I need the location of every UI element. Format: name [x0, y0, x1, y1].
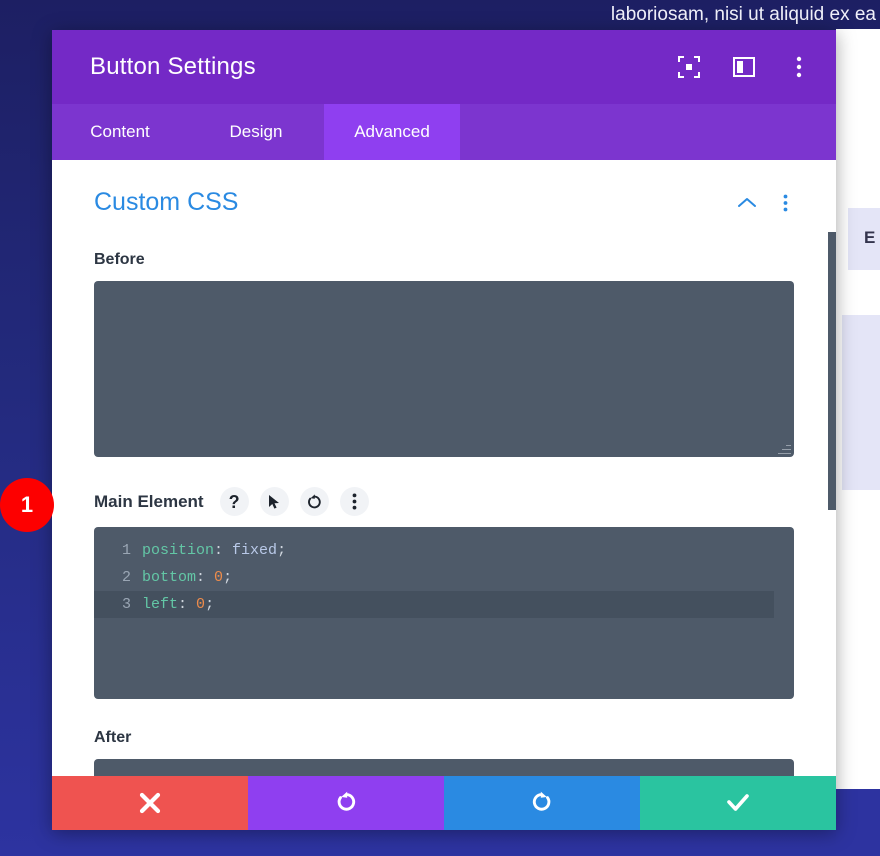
code-token-property: left	[142, 596, 179, 613]
code-line[interactable]: 2 bottom: 0;	[94, 564, 794, 591]
modal-footer	[52, 776, 836, 830]
custom-css-section-header: Custom CSS	[94, 160, 794, 221]
section-icon-group	[738, 194, 794, 212]
redo-button[interactable]	[444, 776, 640, 830]
code-token-colon: :	[196, 569, 206, 586]
main-element-label: Main Element	[94, 491, 204, 511]
main-element-code-editor[interactable]: 1 position: fixed; 2 bottom: 0; 3 left: …	[94, 527, 794, 699]
code-line[interactable]: 1 position: fixed;	[94, 537, 794, 564]
before-textarea[interactable]	[94, 281, 794, 457]
modal-scrollbar-thumb[interactable]	[828, 232, 836, 510]
save-button[interactable]	[640, 776, 836, 830]
tab-advanced[interactable]: Advanced	[324, 104, 460, 160]
checkmark-icon	[726, 793, 750, 813]
background-right-footer	[836, 789, 880, 856]
resize-grip-icon[interactable]	[778, 441, 791, 454]
tab-content[interactable]: Content	[52, 104, 188, 160]
code-token-value: fixed	[232, 542, 278, 559]
after-textarea[interactable]	[94, 759, 794, 776]
modal-scrollbar-track[interactable]	[828, 160, 836, 776]
cancel-button[interactable]	[52, 776, 248, 830]
code-token-colon: :	[214, 542, 224, 559]
annotation-badge-1: 1	[0, 478, 54, 532]
focus-target-icon[interactable]	[678, 56, 700, 78]
redo-arrow-icon	[530, 791, 554, 815]
background-right-card-top: E	[848, 208, 880, 270]
before-field-label: Before	[94, 251, 145, 268]
section-more-vertical-icon[interactable]	[776, 194, 794, 212]
code-token-value: 0	[196, 596, 206, 613]
code-line-number: 3	[121, 596, 131, 613]
annotation-badge-number: 1	[20, 492, 34, 517]
modal-body: Custom CSS Before Main Element ? 1 posit…	[52, 160, 836, 776]
modal-tab-bar: Content Design Advanced	[52, 104, 836, 160]
code-line-active[interactable]: 3 left: 0;	[94, 591, 774, 618]
code-line-number: 1	[121, 542, 131, 559]
code-token-property: position	[142, 542, 215, 559]
header-icon-group	[678, 56, 810, 78]
main-element-row: Main Element ?	[94, 487, 794, 516]
main-element-icon-group: ?	[219, 487, 369, 516]
reset-undo-icon[interactable]	[299, 487, 329, 516]
help-icon-glyph: ?	[228, 491, 240, 512]
code-token-semicolon: ;	[223, 569, 233, 586]
code-token-semicolon: ;	[277, 542, 287, 559]
undo-arrow-icon	[334, 791, 358, 815]
tab-design[interactable]: Design	[188, 104, 324, 160]
background-right-card-label: E	[864, 228, 876, 247]
chevron-up-icon[interactable]	[738, 194, 756, 212]
code-token-colon: :	[178, 596, 188, 613]
modal-header: Button Settings	[52, 30, 836, 104]
page-title: Button Settings	[90, 53, 256, 80]
code-line-number: 2	[121, 569, 131, 586]
button-settings-modal: Button Settings Content Design Advanced …	[52, 30, 836, 830]
after-field-label: After	[94, 729, 132, 746]
code-token-property: bottom	[142, 569, 197, 586]
background-top-text: laboriosam, nisi ut aliquid ex ea	[610, 4, 876, 25]
code-token-value: 0	[214, 569, 224, 586]
background-right-card-bottom	[842, 315, 880, 490]
help-icon[interactable]: ?	[219, 487, 249, 516]
code-token-semicolon: ;	[205, 596, 215, 613]
close-x-icon	[139, 792, 161, 814]
undo-button[interactable]	[248, 776, 444, 830]
section-title: Custom CSS	[94, 188, 239, 216]
main-element-more-vertical-icon[interactable]	[339, 487, 369, 516]
layout-panel-icon[interactable]	[733, 56, 755, 78]
cursor-pointer-icon[interactable]	[259, 487, 289, 516]
more-vertical-icon[interactable]	[788, 56, 810, 78]
